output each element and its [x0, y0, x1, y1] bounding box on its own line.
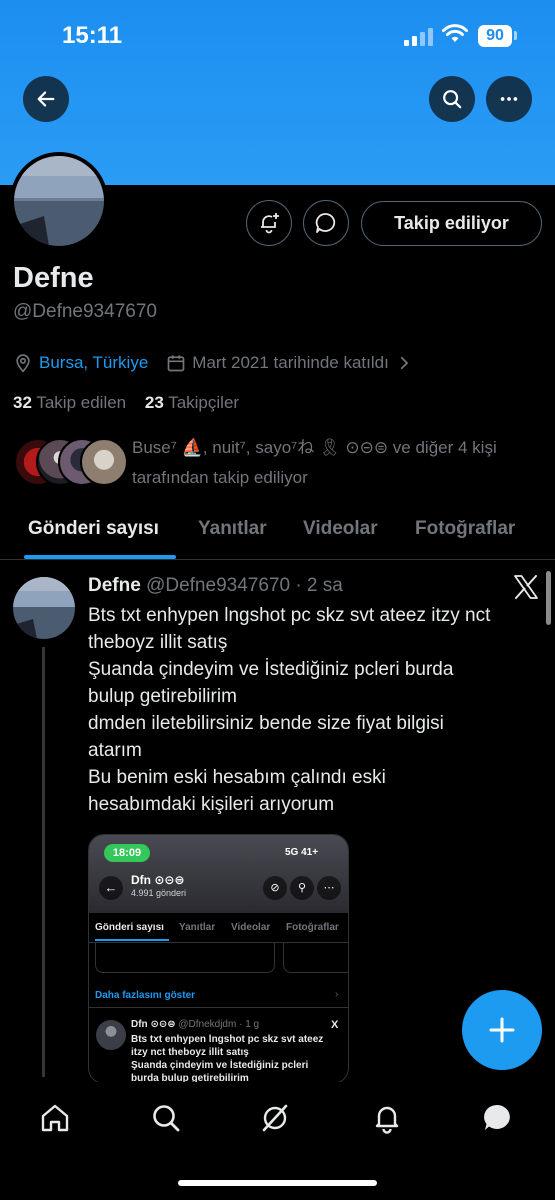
post-text-line: bulup getirebilirim: [88, 686, 237, 707]
post-text-line: Bu benim eski hesabım çalındı eski: [88, 767, 386, 788]
embed-avatar: [96, 1020, 126, 1050]
tab-posts[interactable]: Gönderi sayısı: [28, 518, 159, 540]
embed-tab: Yanıtlar: [179, 922, 216, 933]
message-button[interactable]: [303, 200, 349, 246]
plus-icon: [489, 1017, 515, 1043]
bell-icon: [375, 1106, 399, 1134]
profile-joined: Mart 2021 tarihinde katıldı: [192, 353, 389, 372]
more-button[interactable]: [486, 76, 532, 122]
post-text-line: Bts txt enhypen lngshot pc skz svt ateez…: [88, 605, 491, 626]
embed-divider: [89, 1007, 348, 1008]
bell-plus-icon: [261, 213, 279, 234]
back-button[interactable]: [23, 76, 69, 122]
x-logo-icon: [514, 575, 538, 599]
followed-by-text[interactable]: Buse⁷ ⛵, nuit⁷, sayo⁷ね 🎗 ⊙⊝⊜ ve diğer 4 …: [132, 433, 542, 493]
location-pin-icon: [16, 354, 30, 373]
post-text-line: Şuanda çindeyim ve İstediğiniz pcleri bu…: [88, 659, 454, 680]
post-image[interactable]: 18:09 5G 41+ ← Dfn ⊙⊝⊜ 4.991 gönderi ⊘ ⚲…: [88, 834, 349, 1084]
sea-photo: [14, 156, 104, 246]
compose-button[interactable]: [462, 990, 542, 1070]
chevron-right-icon[interactable]: [395, 354, 413, 372]
embed-profile-name: Dfn ⊙⊝⊜: [131, 873, 185, 887]
embed-search-icon: ⚲: [290, 876, 314, 900]
nav-home[interactable]: [35, 1100, 75, 1136]
profile-avatar[interactable]: [10, 152, 108, 250]
battery-indicator: 90: [478, 25, 512, 47]
nav-search[interactable]: [146, 1100, 186, 1136]
post-text-line: atarım: [88, 740, 142, 761]
avatar: [80, 438, 128, 486]
more-horizontal-icon: [500, 97, 518, 101]
following-button[interactable]: Takip ediliyor: [361, 201, 542, 246]
profile-location[interactable]: Bursa, Türkiye: [39, 353, 148, 373]
post-text-line: theboyz illit satış: [88, 632, 228, 653]
arrow-left-icon: [37, 91, 55, 107]
post-author[interactable]: Defne: [88, 575, 141, 596]
embed-x-icon: X: [331, 1019, 339, 1031]
wifi-icon: [442, 24, 468, 42]
search-icon: [153, 1105, 180, 1132]
post-text-line: hesabımdaki kişileri arıyorum: [88, 794, 335, 815]
sea-photo: [13, 577, 75, 639]
profile-handle: @Defne9347670: [13, 301, 157, 322]
notify-button[interactable]: [246, 200, 292, 246]
embed-back-icon: ←: [99, 876, 123, 900]
tab-replies[interactable]: Yanıtlar: [198, 518, 267, 540]
post-handle-time: @Defne9347670 · 2 sa: [146, 575, 343, 596]
profile-name: Defne: [13, 262, 94, 294]
mutual-followers-avatars[interactable]: [14, 438, 128, 490]
grok-icon: [262, 1104, 288, 1132]
active-tab-indicator: [24, 555, 176, 559]
embed-card: [283, 943, 348, 973]
messages-icon: [484, 1104, 510, 1130]
embed-show-more: Daha fazlasını göster: [95, 990, 196, 1001]
chat-bubble-icon: [315, 213, 336, 233]
embed-grok-icon: ⊘: [263, 876, 287, 900]
nav-messages[interactable]: [478, 1100, 518, 1136]
home-indicator[interactable]: [178, 1180, 377, 1186]
search-button[interactable]: [429, 76, 475, 122]
followed-by-line: tarafından takip ediliyor: [132, 468, 308, 487]
thread-line: [42, 647, 45, 1077]
post-header: Defne @Defne9347670 · 2 sa: [88, 575, 343, 597]
followers-link[interactable]: 23 Takipçiler: [145, 393, 239, 412]
profile-tabs: Gönderi sayısı Yanıtlar Videolar Fotoğra…: [0, 500, 555, 560]
profile-meta: Bursa, Türkiye Mart 2021 tarihinde katıl…: [13, 350, 413, 376]
embed-tab: Videolar: [231, 922, 271, 933]
follow-counts: 32 Takip edilen 23 Takipçiler: [13, 393, 239, 413]
tab-videos[interactable]: Videolar: [303, 518, 378, 540]
status-bar: 15:11 90: [0, 0, 555, 70]
followed-by-line: Buse⁷ ⛵, nuit⁷, sayo⁷ね 🎗 ⊙⊝⊜ ve diğer 4 …: [132, 438, 497, 457]
status-time: 15:11: [62, 22, 123, 49]
embed-more-icon: ⋯: [317, 876, 341, 900]
embed-post-header: Dfn ⊙⊝⊜ @Dfnekdjdm · 1 g: [131, 1019, 260, 1030]
embed-tab-indicator: [95, 939, 169, 941]
embed-post-text: Bts txt enhypen lngshot pc skz svt ateez…: [131, 1034, 324, 1084]
cellular-signal-icon: [404, 28, 434, 46]
tab-photos[interactable]: Fotoğraflar: [415, 518, 515, 540]
following-link[interactable]: 32 Takip edilen: [13, 393, 126, 412]
post-text: Bts txt enhypen lngshot pc skz svt ateez…: [88, 602, 548, 818]
embed-status-time: 18:09: [104, 844, 150, 862]
embed-status: 5G 41+: [285, 847, 319, 858]
home-icon: [41, 1104, 69, 1132]
embed-tab: Gönderi sayısı: [95, 922, 164, 933]
calendar-icon: [167, 355, 185, 372]
battery-tip: [514, 31, 517, 40]
embed-tab: Fotoğraflar: [286, 922, 339, 933]
post-text-line: dmden iletebilirsiniz bende size fiyat b…: [88, 713, 444, 734]
nav-notifications[interactable]: [367, 1100, 407, 1136]
embed-card: [95, 943, 275, 973]
embed-post-count: 4.991 gönderi: [131, 888, 187, 898]
nav-grok[interactable]: [255, 1100, 295, 1136]
embed-chevron-icon: ›: [335, 989, 339, 1000]
post-avatar[interactable]: [13, 577, 75, 639]
search-icon: [443, 90, 462, 109]
